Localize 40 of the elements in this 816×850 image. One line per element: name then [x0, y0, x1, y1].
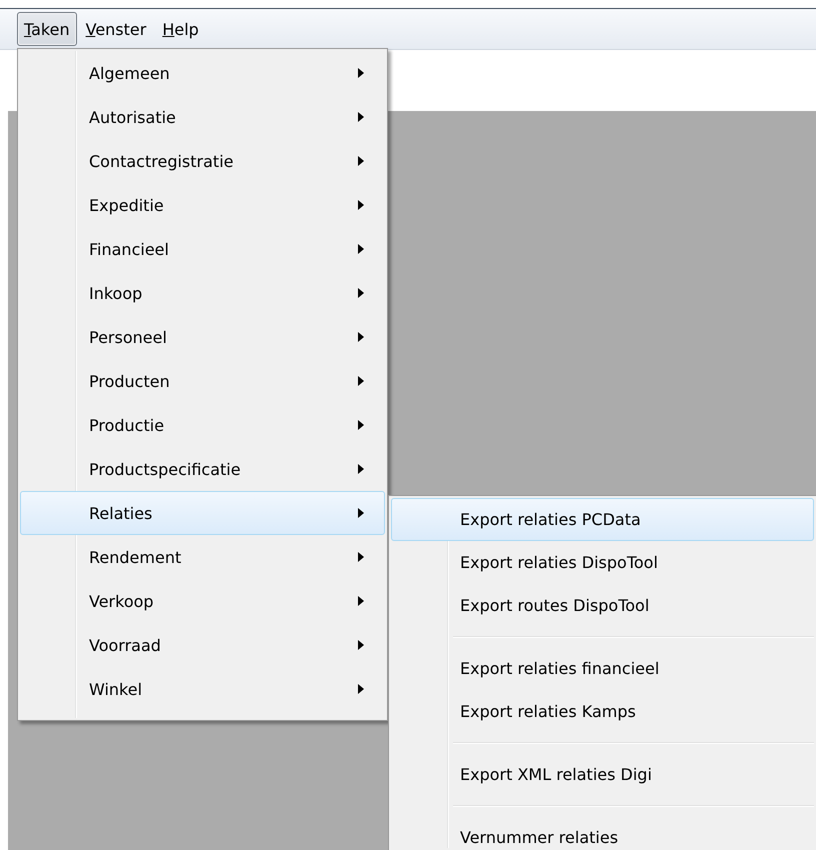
menu-item[interactable]: Export relaties Kamps [391, 690, 814, 733]
menu-item[interactable]: Productspecificatie [20, 447, 385, 491]
submenu-arrow-icon [358, 376, 364, 386]
menu-item[interactable]: Inkoop [20, 271, 385, 315]
menu-item[interactable]: Productie [20, 403, 385, 447]
menu-item[interactable]: Export relaties DispoTool [391, 541, 814, 584]
submenu-arrow-icon [358, 156, 364, 166]
menu-item[interactable]: Contactregistratie [20, 139, 385, 183]
menu-bar-item[interactable]: Help [155, 12, 206, 46]
menu-item[interactable]: Export routes DispoTool [391, 584, 814, 627]
menu-item[interactable]: Relaties [20, 491, 385, 535]
submenu-arrow-icon [358, 640, 364, 650]
menu-item[interactable]: Producten [20, 359, 385, 403]
submenu-arrow-icon [358, 112, 364, 122]
submenu-arrow-icon [358, 684, 364, 694]
submenu-arrow-icon [358, 552, 364, 562]
submenu-arrow-icon [358, 288, 364, 298]
menu-item[interactable]: Export XML relaties Digi [391, 753, 814, 796]
menu-item[interactable]: Vernummer relaties [391, 816, 814, 850]
submenu-arrow-icon [358, 464, 364, 474]
menu-item[interactable]: Algemeen [20, 51, 385, 95]
menu-item[interactable]: Winkel [20, 667, 385, 711]
submenu-arrow-icon [358, 68, 364, 78]
menu-item[interactable]: Voorraad [20, 623, 385, 667]
submenu-arrow-icon [358, 508, 364, 518]
submenu-arrow-icon [358, 200, 364, 210]
menu-item[interactable]: Financieel [20, 227, 385, 271]
submenu-arrow-icon [358, 596, 364, 606]
menu-item[interactable]: Export relaties financieel [391, 647, 814, 690]
submenu-arrow-icon [358, 420, 364, 430]
submenu-arrow-icon [358, 244, 364, 254]
submenu-arrow-icon [358, 332, 364, 342]
menu-item[interactable]: Rendement [20, 535, 385, 579]
menu-item[interactable]: Verkoop [20, 579, 385, 623]
menu-item[interactable]: Autorisatie [20, 95, 385, 139]
menu-bar-item[interactable]: Venster [78, 12, 154, 46]
menu-item[interactable]: Expeditie [20, 183, 385, 227]
menu-item[interactable]: Personeel [20, 315, 385, 359]
menu-bar-item[interactable]: Taken [17, 12, 77, 46]
menu-item[interactable]: Export relaties PCData [391, 498, 814, 541]
